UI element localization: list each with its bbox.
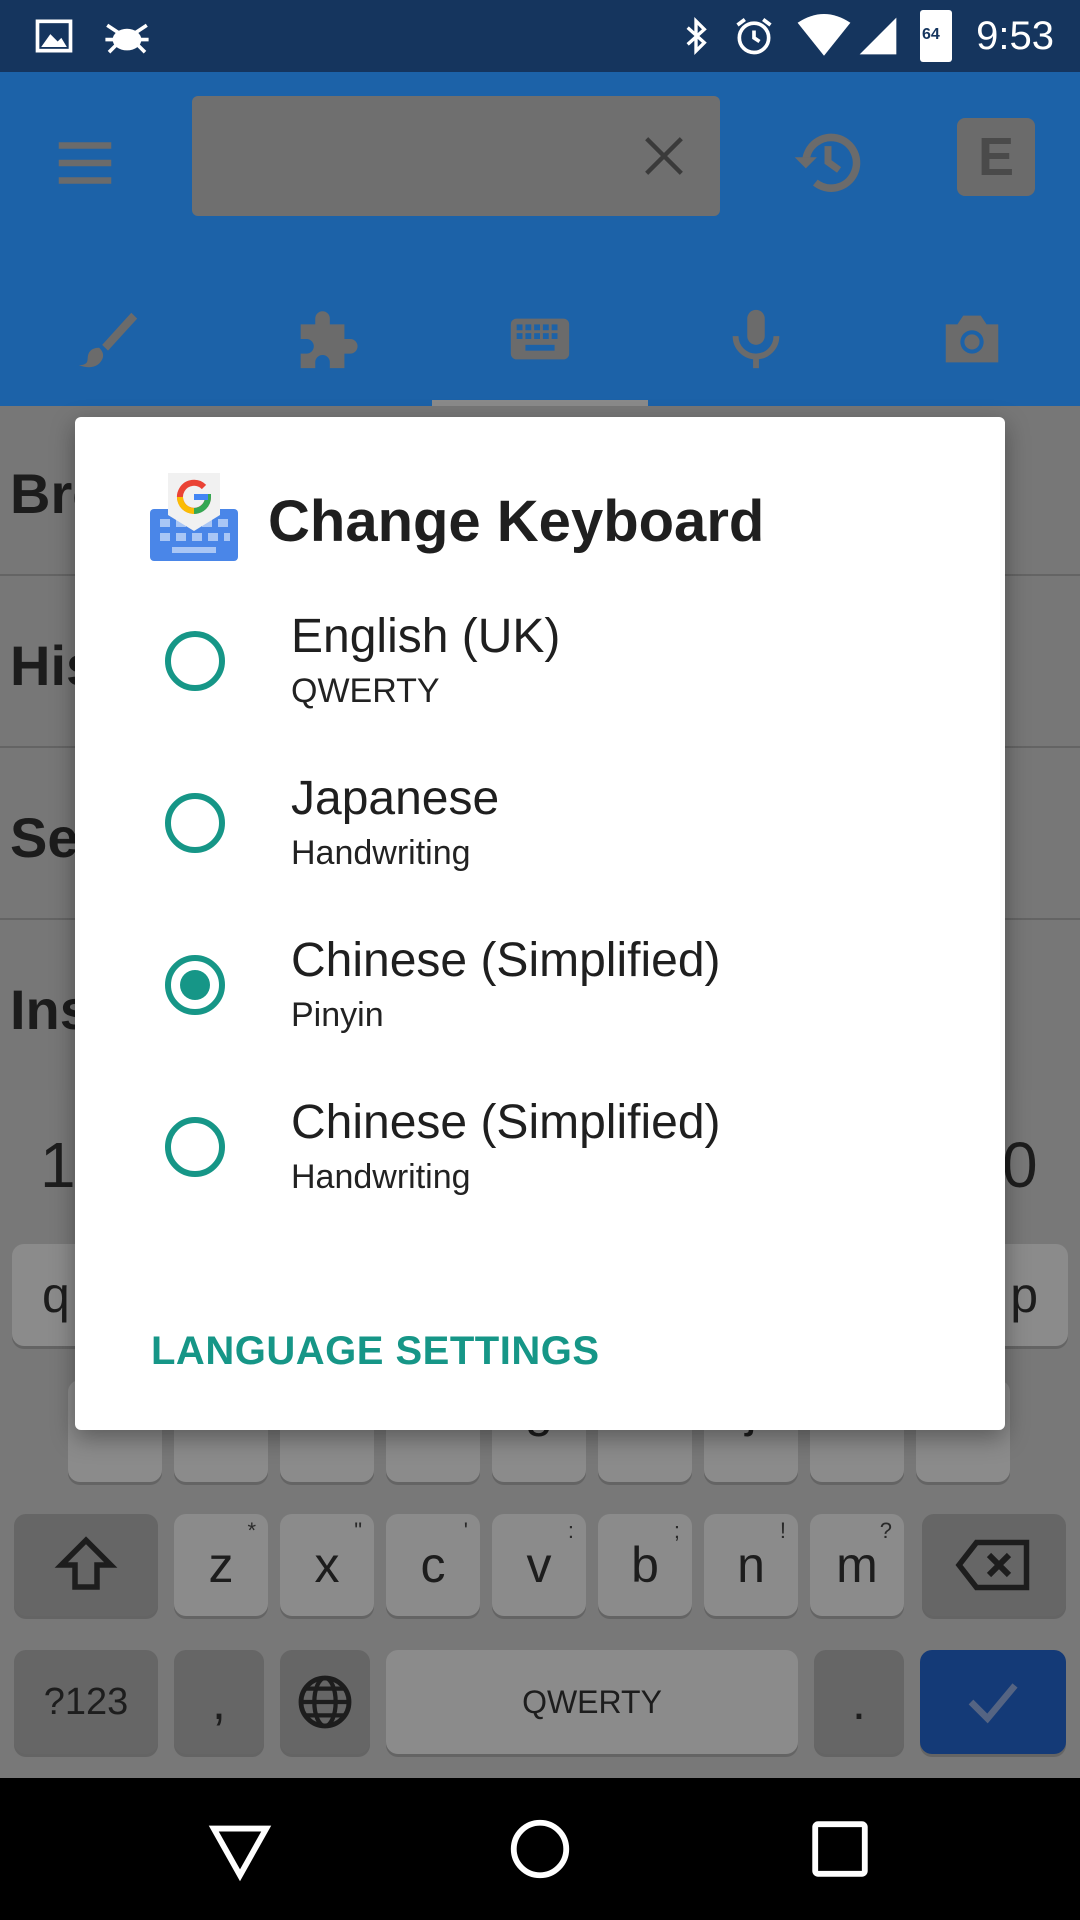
enter-key[interactable] — [920, 1650, 1066, 1754]
history-icon[interactable] — [790, 124, 866, 200]
option-sublabel: Pinyin — [291, 996, 384, 1034]
tab-bar — [0, 272, 1080, 406]
shift-icon — [54, 1536, 118, 1590]
key-label: x — [314, 1537, 340, 1593]
period-key[interactable]: . — [814, 1650, 904, 1754]
alarm-icon — [736, 18, 772, 55]
key-hint: ? — [879, 1518, 892, 1543]
key-b[interactable]: b; — [598, 1514, 692, 1616]
globe-icon — [298, 1675, 352, 1729]
key-hint: * — [247, 1518, 256, 1543]
key-0[interactable]: 0 — [1002, 1128, 1038, 1202]
key-label: z — [208, 1537, 234, 1593]
status-bar: 64 9:53 — [0, 0, 1080, 72]
brush-icon — [78, 312, 138, 368]
key-m[interactable]: m? — [810, 1514, 904, 1616]
backspace-key[interactable] — [922, 1514, 1066, 1616]
gboard-icon — [150, 473, 238, 561]
radio-button[interactable] — [165, 631, 225, 691]
shift-key[interactable] — [14, 1514, 158, 1616]
battery-icon: 64 — [920, 10, 952, 62]
back-icon[interactable] — [205, 1814, 275, 1884]
check-icon — [968, 1683, 1018, 1724]
tab-brush[interactable] — [0, 272, 216, 406]
key-v[interactable]: v: — [492, 1514, 586, 1616]
language-settings-button[interactable]: LANGUAGE SETTINGS — [147, 1317, 604, 1385]
symbols-key[interactable]: ?123 — [14, 1650, 158, 1754]
key-label: p — [1010, 1267, 1038, 1323]
radio-button[interactable] — [165, 1117, 225, 1177]
keyboard-option-chinese-handwriting[interactable]: Chinese (Simplified) Handwriting — [75, 1071, 1005, 1233]
list-item-label: Se — [10, 806, 79, 869]
key-label: q — [42, 1267, 70, 1323]
key-hint: ; — [673, 1518, 680, 1543]
dialog-header: Change Keyboard — [150, 473, 950, 573]
tab-keyboard[interactable] — [432, 272, 648, 406]
bug-icon — [105, 23, 149, 54]
close-icon[interactable] — [638, 130, 690, 182]
key-z[interactable]: z * — [174, 1514, 268, 1616]
key-label: , — [212, 1674, 226, 1730]
key-label: v — [526, 1537, 552, 1593]
navigation-bar — [0, 1778, 1080, 1920]
keyboard-option-chinese-pinyin[interactable]: Chinese (Simplified) Pinyin — [75, 909, 1005, 1071]
app-bar: E — [0, 72, 1080, 406]
recents-icon[interactable] — [805, 1814, 875, 1884]
key-label: . — [852, 1674, 866, 1730]
key-hint: : — [567, 1518, 574, 1543]
wifi-icon — [797, 14, 851, 56]
keyboard-option-japanese[interactable]: Japanese Handwriting — [75, 747, 1005, 909]
option-sublabel: QWERTY — [291, 672, 440, 710]
language-key[interactable] — [280, 1650, 370, 1754]
key-hint: ! — [779, 1518, 786, 1543]
option-sublabel: Handwriting — [291, 1158, 471, 1196]
key-label: m — [836, 1537, 878, 1593]
dialog-title: Change Keyboard — [268, 489, 765, 554]
key-x[interactable]: x " — [280, 1514, 374, 1616]
key-1[interactable]: 1 — [40, 1128, 76, 1202]
battery-level: 64 — [922, 26, 940, 43]
backspace-icon — [955, 1539, 1030, 1591]
e-button[interactable]: E — [957, 118, 1035, 196]
key-label: ?123 — [43, 1680, 129, 1723]
radio-button[interactable] — [165, 793, 225, 853]
comma-key[interactable]: , — [174, 1650, 264, 1754]
mic-icon — [732, 309, 780, 369]
option-sublabel: Handwriting — [291, 834, 471, 872]
search-input[interactable] — [192, 96, 720, 216]
keyboard-option-english-uk[interactable]: English (UK) QWERTY — [75, 585, 1005, 747]
option-label: Chinese (Simplified) — [291, 1096, 721, 1149]
camera-icon — [945, 315, 999, 363]
key-label: QWERTY — [522, 1683, 662, 1720]
key-label: c — [420, 1537, 446, 1593]
tab-puzzle[interactable] — [216, 272, 432, 406]
key-label: b — [631, 1537, 659, 1593]
image-icon — [35, 19, 73, 53]
clock: 9:53 — [976, 14, 1054, 58]
signal-icon — [859, 17, 897, 55]
space-key[interactable]: QWERTY — [386, 1650, 798, 1754]
key-c[interactable]: c ' — [386, 1514, 480, 1616]
tab-camera[interactable] — [864, 272, 1080, 406]
change-keyboard-dialog: Change Keyboard English (UK) QWERTY Japa… — [75, 417, 1005, 1430]
puzzle-icon — [300, 311, 358, 369]
tab-mic[interactable] — [648, 272, 864, 406]
key-n[interactable]: n! — [704, 1514, 798, 1616]
radio-button-selected[interactable] — [165, 955, 225, 1015]
key-label: n — [737, 1537, 765, 1593]
keyboard-icon — [510, 318, 570, 360]
option-label: English (UK) — [291, 610, 561, 663]
option-label: Japanese — [291, 772, 500, 825]
home-icon[interactable] — [505, 1814, 575, 1884]
menu-icon[interactable] — [50, 128, 120, 198]
key-hint: " — [354, 1518, 362, 1543]
e-button-label: E — [977, 127, 1015, 187]
option-label: Chinese (Simplified) — [291, 934, 721, 987]
key-hint: ' — [463, 1518, 468, 1543]
bluetooth-icon — [686, 16, 707, 56]
